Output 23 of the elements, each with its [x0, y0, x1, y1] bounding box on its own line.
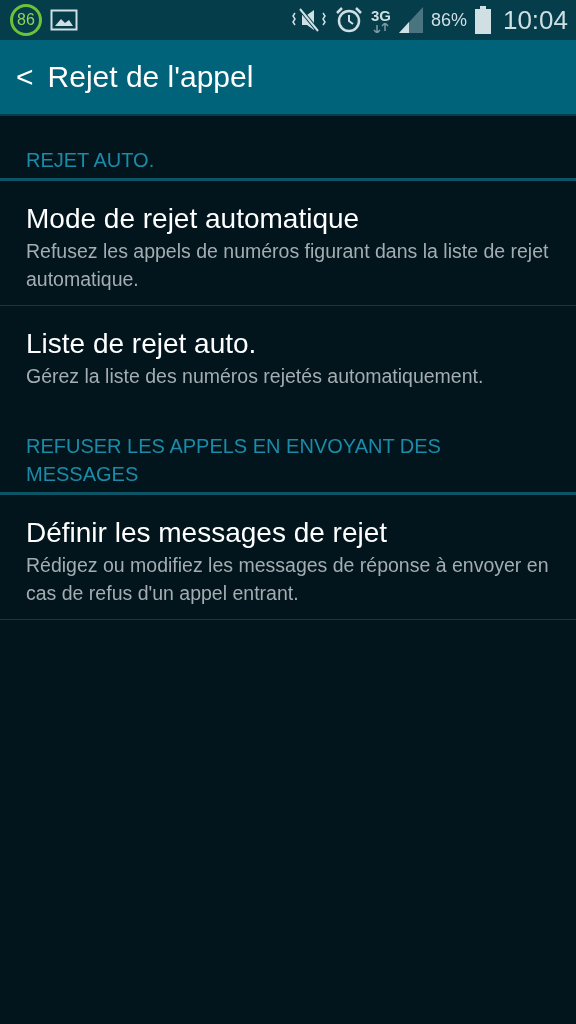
- item-title: Mode de rejet automatique: [26, 202, 361, 236]
- item-summary: Refusez les appels de numéros figurant dans la liste de rejet automatique.: [26, 239, 550, 292]
- screen-title: Rejet de l'appel: [47, 59, 254, 95]
- image-icon: [50, 8, 78, 32]
- back-button[interactable]: <: [16, 62, 48, 92]
- signal-icon: [398, 7, 423, 33]
- notification-badge: 86: [10, 4, 42, 36]
- item-summary: Rédigez ou modifiez les messages de réponse à envoyer en cas de refus d'un appel entrant.: [26, 553, 550, 606]
- section-header: REFUSER LES APPELS EN ENVOYANT DES MESSAGES: [0, 402, 576, 495]
- setting-item[interactable]: Définir les messages de rejet Rédigez ou modifiez les messages de réponse à envoyer en cas de refus d'un appel entrant.: [0, 495, 576, 620]
- setting-item[interactable]: Liste de rejet auto. Gérez la liste des numéros rejetés automatiquement.: [0, 306, 576, 402]
- battery-icon: [474, 6, 491, 34]
- item-title: Liste de rejet auto.: [26, 327, 258, 361]
- mute-icon: [290, 7, 327, 33]
- item-summary: Gérez la liste des numéros rejetés automatiquement.: [26, 364, 485, 389]
- clock-time: 10:04: [502, 3, 568, 37]
- network-type: 3G: [370, 7, 391, 23]
- battery-percent: 86%: [430, 8, 467, 32]
- data-arrows-icon: [372, 22, 389, 33]
- alarm-icon: [334, 6, 363, 34]
- setting-item[interactable]: Mode de rejet automatique Refusez les appels de numéros figurant dans la liste de rejet automatique.: [0, 181, 576, 306]
- section-header: REJET AUTO.: [0, 116, 576, 181]
- item-title: Définir les messages de rejet: [26, 516, 389, 550]
